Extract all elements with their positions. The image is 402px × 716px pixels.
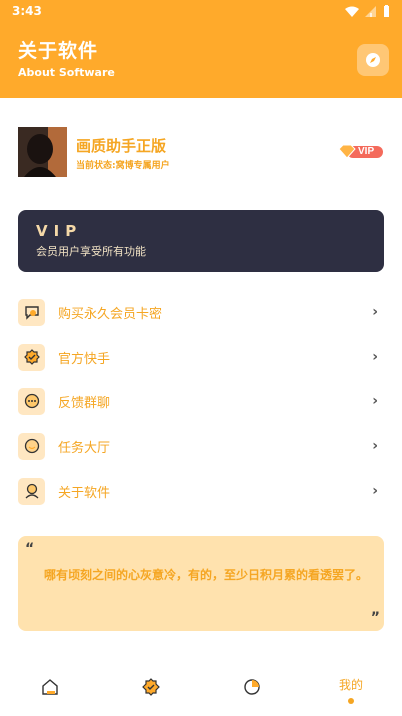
tab-mine[interactable]: 我的 xyxy=(331,676,371,706)
chevron-right-icon: › xyxy=(372,304,378,320)
vip-card[interactable]: VIP 会员用户享受所有功能 xyxy=(18,210,384,272)
menu-label: 购买永久会员卡密 xyxy=(58,306,163,322)
profile-name: 画质助手正版 xyxy=(76,137,167,155)
vip-badge: VIP xyxy=(337,143,384,161)
battery-icon xyxy=(384,5,389,17)
tab-badge[interactable] xyxy=(131,678,171,708)
menu-label: 任务大厅 xyxy=(58,440,111,456)
quote-card: “ 哪有顷刻之间的心灰意冷，有的，至少日积月累的看透罢了。 ” xyxy=(18,536,384,631)
circle-icon xyxy=(18,432,45,460)
menu-item-task-hall[interactable]: 任务大厅 › xyxy=(18,431,384,461)
tab-bar: 我的 xyxy=(0,668,402,716)
chevron-right-icon: › xyxy=(372,393,378,409)
menu-label: 官方快手 xyxy=(58,351,111,367)
compass-button[interactable] xyxy=(357,44,389,76)
user-icon xyxy=(18,477,45,505)
chevron-right-icon: › xyxy=(372,438,378,454)
vip-card-description: 会员用户享受所有功能 xyxy=(36,245,146,258)
status-time: 3:43 xyxy=(12,4,42,18)
avatar[interactable] xyxy=(18,127,67,177)
badge-check-icon xyxy=(18,343,45,371)
menu-label: 关于软件 xyxy=(58,485,111,501)
status-icons xyxy=(345,5,390,17)
profile: 画质助手正版 当前状态:窝博专属用户 VIP xyxy=(18,127,384,177)
menu-item-buy-card[interactable]: 购买永久会员卡密 › xyxy=(18,297,384,327)
menu-item-feedback[interactable]: 反馈群聊 › xyxy=(18,386,384,416)
quote-text: 哪有顷刻之间的心灰意冷，有的，至少日积月累的看透罢了。 xyxy=(44,568,369,582)
vip-card-title: VIP xyxy=(36,222,83,240)
vip-badge-label: VIP xyxy=(358,146,375,157)
chevron-right-icon: › xyxy=(372,483,378,499)
quote-close-icon: ” xyxy=(370,610,380,626)
header: 3:43 关于软件 About Software xyxy=(0,0,402,98)
menu-item-about[interactable]: 关于软件 › xyxy=(18,476,384,506)
menu-item-kuaishou[interactable]: 官方快手 › xyxy=(18,342,384,372)
tab-mine-label: 我的 xyxy=(338,678,363,692)
pie-chart-icon xyxy=(244,679,260,695)
tab-home[interactable] xyxy=(30,678,70,708)
page-subtitle: About Software xyxy=(18,66,115,79)
active-tab-indicator xyxy=(348,698,354,704)
wifi-icon xyxy=(345,6,359,17)
chevron-right-icon: › xyxy=(372,349,378,365)
signal-icon xyxy=(365,5,376,17)
badge-check-icon xyxy=(142,678,160,696)
chat-icon xyxy=(18,298,45,326)
quote-open-icon: “ xyxy=(25,541,34,557)
menu-label: 反馈群聊 xyxy=(58,395,111,411)
page-title: 关于软件 xyxy=(18,40,99,62)
profile-status: 当前状态:窝博专属用户 xyxy=(76,161,170,171)
dots-chat-icon xyxy=(18,387,45,415)
home-icon xyxy=(42,679,58,695)
tab-stats[interactable] xyxy=(232,678,272,708)
compass-icon xyxy=(366,53,380,67)
